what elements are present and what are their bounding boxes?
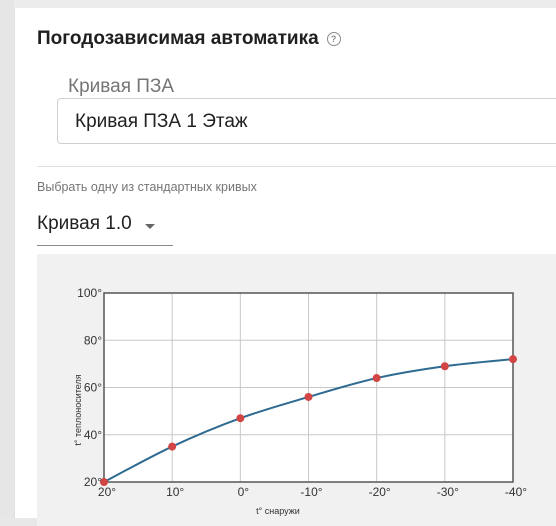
preset-curve-value: Кривая 1.0 [37,213,132,234]
y-tick-label: 20° [84,475,102,489]
y-tick-label: 60° [84,381,102,395]
question-circle-icon[interactable]: ? [326,32,341,46]
data-point[interactable] [509,355,517,364]
data-point[interactable] [304,392,313,401]
y-axis-label: t° теплоносителя [73,374,83,445]
y-tick-label: 100° [77,286,102,300]
x-tick-label: 10° [166,485,184,499]
curve-select-value: Кривая ПЗА 1 Этаж [75,111,248,132]
left-panel-edge [0,0,14,518]
section-title: Погодозависимая автоматика ? [37,26,341,52]
x-tick-label: -40° [505,485,527,499]
x-tick-label: -30° [437,485,459,499]
x-tick-label: -20° [369,485,391,499]
y-tick-label: 80° [84,333,102,347]
preset-curve-dropdown[interactable]: Кривая 1.0 [37,208,173,246]
y-tick-label: 40° [84,428,102,442]
data-point[interactable] [372,374,381,383]
curve-field-label: Кривая ПЗА [68,76,175,97]
weather-automation-card: Погодозависимая автоматика ? Кривая ПЗА … [14,8,556,526]
top-panel-edge [14,0,556,8]
x-tick-label: 0° [238,485,250,499]
data-point[interactable] [440,362,449,371]
curve-select[interactable]: Кривая ПЗА 1 Этаж [57,98,556,144]
divider [37,166,556,167]
data-point[interactable] [168,442,177,451]
preset-caption: Выбрать одну из стандартных кривых [37,180,257,194]
section-title-text: Погодозависимая автоматика [37,28,319,49]
chart-svg: 20° 10° 0° -10° -20° -30° -40° 20°40°60°80°100… [73,286,527,516]
x-axis-label: t° снаружи [256,506,300,516]
x-tick-label: -10° [300,485,322,499]
heating-curve-chart: 20° 10° 0° -10° -20° -30° -40° 20° 40° 60° 80° 100… [37,254,556,526]
data-point[interactable] [236,414,245,423]
chevron-down-icon [145,224,155,229]
